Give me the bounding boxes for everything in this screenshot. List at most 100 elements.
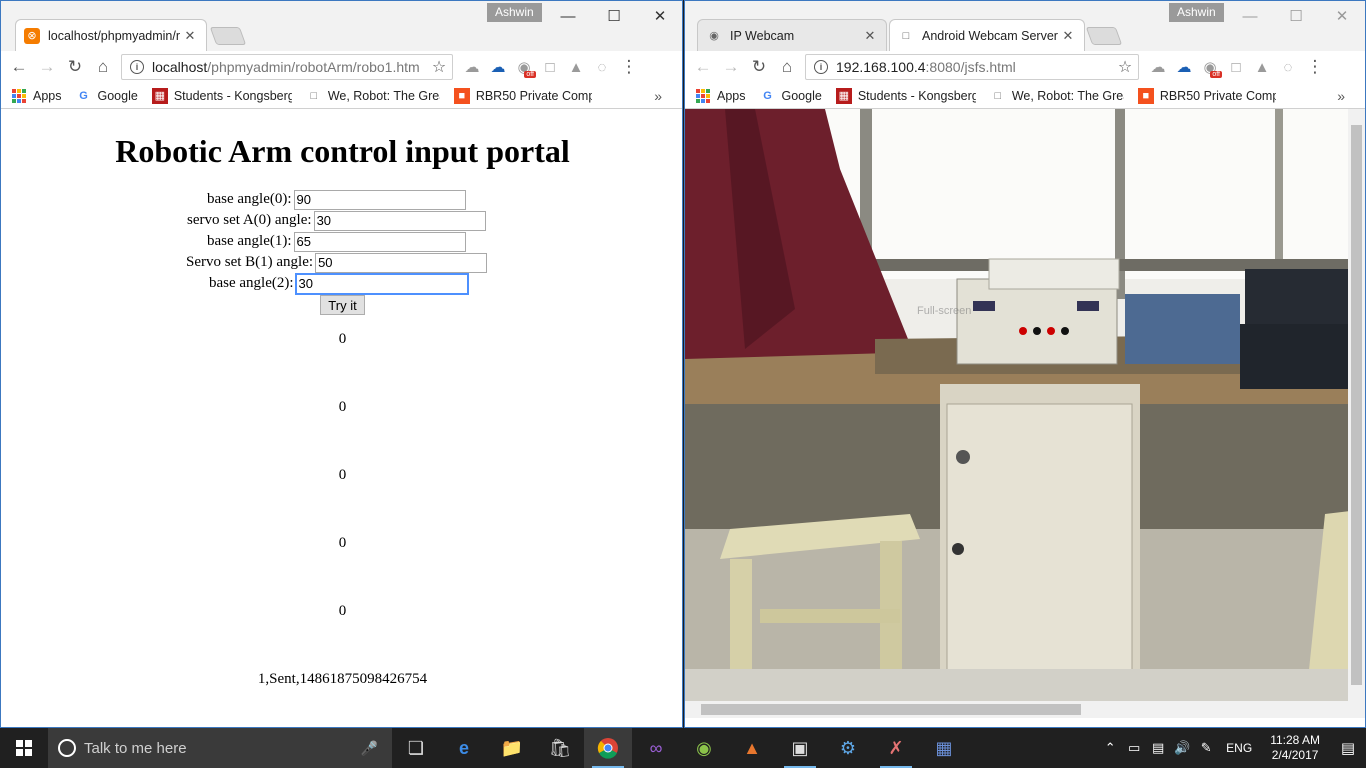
drive-icon[interactable]: ▲ <box>1249 53 1275 81</box>
xampp-icon[interactable]: ✗ <box>872 728 920 768</box>
base-angle-2-input[interactable] <box>294 272 469 295</box>
back-icon[interactable]: ← <box>689 53 717 81</box>
chevron-more-icon[interactable]: » <box>1337 88 1345 104</box>
forward-icon[interactable]: → <box>717 53 745 81</box>
action-center-icon[interactable]: ▤ <box>1330 728 1366 768</box>
onedrive-icon[interactable]: ☁ <box>485 53 511 81</box>
close-window-icon[interactable]: ✕ <box>1319 1 1365 31</box>
info-icon[interactable]: i <box>130 60 144 74</box>
drive-icon[interactable]: ▲ <box>563 53 589 81</box>
matlab-icon[interactable]: ▲ <box>728 728 776 768</box>
network-app-icon[interactable]: ▦ <box>920 728 968 768</box>
base-angle-0-input[interactable] <box>293 189 466 210</box>
profile-button[interactable]: Ashwin <box>487 3 542 22</box>
extension-off-icon[interactable]: ◉ off <box>511 53 537 81</box>
tab-close-icon[interactable]: ✕ <box>862 28 878 44</box>
close-window-icon[interactable]: ✕ <box>637 1 682 31</box>
bookmark-apps[interactable]: Apps <box>11 88 62 104</box>
tab-localhost[interactable]: ⊗ localhost/phpmyadmin/r ✕ <box>15 19 207 51</box>
tab-android-webcam[interactable]: □ Android Webcam Server ✕ <box>889 19 1085 51</box>
apps-grid-icon <box>11 88 27 104</box>
servo-a0-input[interactable] <box>313 210 486 231</box>
microphone-icon[interactable]: 🎤 <box>361 740 378 757</box>
reload-icon[interactable]: ↻ <box>745 53 773 81</box>
start-button[interactable] <box>0 728 48 768</box>
forward-icon[interactable]: → <box>33 53 61 81</box>
profile-button[interactable]: Ashwin <box>1169 3 1224 22</box>
extension-cloud-icon[interactable]: ☁ <box>1145 53 1171 81</box>
webcam-stream[interactable]: Full-screen <box>685 109 1365 709</box>
extension-icon[interactable]: ◌ <box>1275 53 1301 81</box>
maximize-icon[interactable]: ☐ <box>1273 1 1319 31</box>
chevron-up-icon[interactable]: ⌃ <box>1098 740 1122 756</box>
bookmark-we-robot[interactable]: □We, Robot: The Greate <box>990 88 1123 104</box>
new-tab-button[interactable] <box>1085 27 1123 45</box>
bookmark-star-icon[interactable]: ☆ <box>426 57 452 77</box>
android-studio-icon[interactable]: ◉ <box>680 728 728 768</box>
bookmark-apps[interactable]: Apps <box>695 88 746 104</box>
minimize-icon[interactable]: — <box>1227 1 1273 31</box>
network-icon[interactable]: ▤ <box>1146 740 1170 756</box>
new-tab-button[interactable] <box>209 27 247 45</box>
right-title-bar[interactable]: Ashwin — ☐ ✕ ◉ IP Webcam ✕ □ Android Web… <box>685 1 1365 51</box>
back-icon[interactable]: ← <box>5 53 33 81</box>
home-icon[interactable]: ⌂ <box>89 53 117 81</box>
output-value-4: 0 <box>338 603 347 619</box>
onedrive-icon[interactable]: ☁ <box>1171 53 1197 81</box>
volume-icon[interactable]: 🔊 <box>1170 740 1194 756</box>
vertical-scrollbar[interactable] <box>1348 109 1365 709</box>
scrollbar-thumb[interactable] <box>1351 125 1362 685</box>
output-value-1: 0 <box>338 399 347 415</box>
bookmark-students[interactable]: ▦ Students - Kongsberg <box>835 87 976 104</box>
minimize-icon[interactable]: — <box>545 1 591 31</box>
url-path: :8080/jsfs.html <box>925 59 1016 75</box>
extension-off-icon[interactable]: ◉ off <box>1197 53 1223 81</box>
chrome-logo <box>597 738 618 759</box>
pdf-extension-icon[interactable]: □ <box>1223 53 1249 81</box>
url-host: localhost <box>152 59 208 75</box>
cortana-search-box[interactable]: Talk to me here 🎤 <box>48 728 392 768</box>
file-explorer-icon[interactable]: 📁 <box>488 728 536 768</box>
info-icon[interactable]: i <box>814 60 828 74</box>
bookmarks-bar: Apps G Google ▦ Students - Kongsberg □ We, … <box>1 83 682 109</box>
chevron-more-icon[interactable]: » <box>654 88 662 104</box>
clock[interactable]: 11:28 AM 2/4/2017 <box>1270 733 1320 763</box>
extension-icon[interactable]: ◌ <box>589 53 615 81</box>
left-title-bar[interactable]: Ashwin — ☐ ✕ ⊗ localhost/phpmyadmin/r ✕ <box>1 1 682 51</box>
bookmark-google[interactable]: G Google <box>760 88 822 104</box>
address-bar[interactable]: i 192.168.100.4:8080/jsfs.html ☆ <box>805 54 1139 80</box>
horizontal-scrollbar[interactable] <box>685 701 1365 718</box>
servo-b1-input[interactable] <box>315 252 488 273</box>
menu-icon[interactable]: ⋮ <box>615 53 643 81</box>
store-icon[interactable]: 🛍 <box>536 728 584 768</box>
language-indicator[interactable]: ENG <box>1226 741 1252 755</box>
try-it-button[interactable]: Try it <box>320 295 365 315</box>
bookmark-students[interactable]: ▦ Students - Kongsberg <box>151 87 292 104</box>
tab-close-icon[interactable]: ✕ <box>182 28 198 44</box>
bookmark-rbr50[interactable]: ■ RBR50 Private Compa <box>1137 87 1276 104</box>
power-icon[interactable]: ▭ <box>1122 740 1146 756</box>
tab-ip-webcam[interactable]: ◉ IP Webcam ✕ <box>697 19 887 51</box>
tab-close-icon[interactable]: ✕ <box>1060 28 1076 44</box>
extension-cloud-icon[interactable]: ☁ <box>459 53 485 81</box>
pen-icon[interactable]: ✎ <box>1194 740 1218 756</box>
reload-icon[interactable]: ↻ <box>61 53 89 81</box>
terminal-icon[interactable]: ▣ <box>776 728 824 768</box>
bookmark-google[interactable]: G Google <box>76 88 138 104</box>
maximize-icon[interactable]: ☐ <box>591 1 637 31</box>
chrome-icon[interactable] <box>584 728 632 768</box>
visual-studio-icon[interactable]: ∞ <box>632 728 680 768</box>
base-angle-1-input[interactable] <box>293 231 466 252</box>
bookmark-rbr50[interactable]: ■ RBR50 Private Compa <box>453 87 592 104</box>
fullscreen-overlay-text[interactable]: Full-screen <box>917 305 971 317</box>
bookmark-we-robot[interactable]: □We, Robot: The Greate <box>306 88 439 104</box>
home-icon[interactable]: ⌂ <box>773 53 801 81</box>
menu-icon[interactable]: ⋮ <box>1301 53 1329 81</box>
address-bar[interactable]: i localhost/phpmyadmin/robotArm/robo1.ht… <box>121 54 453 80</box>
app-icon[interactable]: ⚙ <box>824 728 872 768</box>
task-view-icon[interactable]: ❏ <box>392 728 440 768</box>
edge-icon[interactable]: e <box>440 728 488 768</box>
pdf-extension-icon[interactable]: □ <box>537 53 563 81</box>
bookmark-star-icon[interactable]: ☆ <box>1112 57 1138 77</box>
scrollbar-thumb[interactable] <box>701 704 1081 715</box>
